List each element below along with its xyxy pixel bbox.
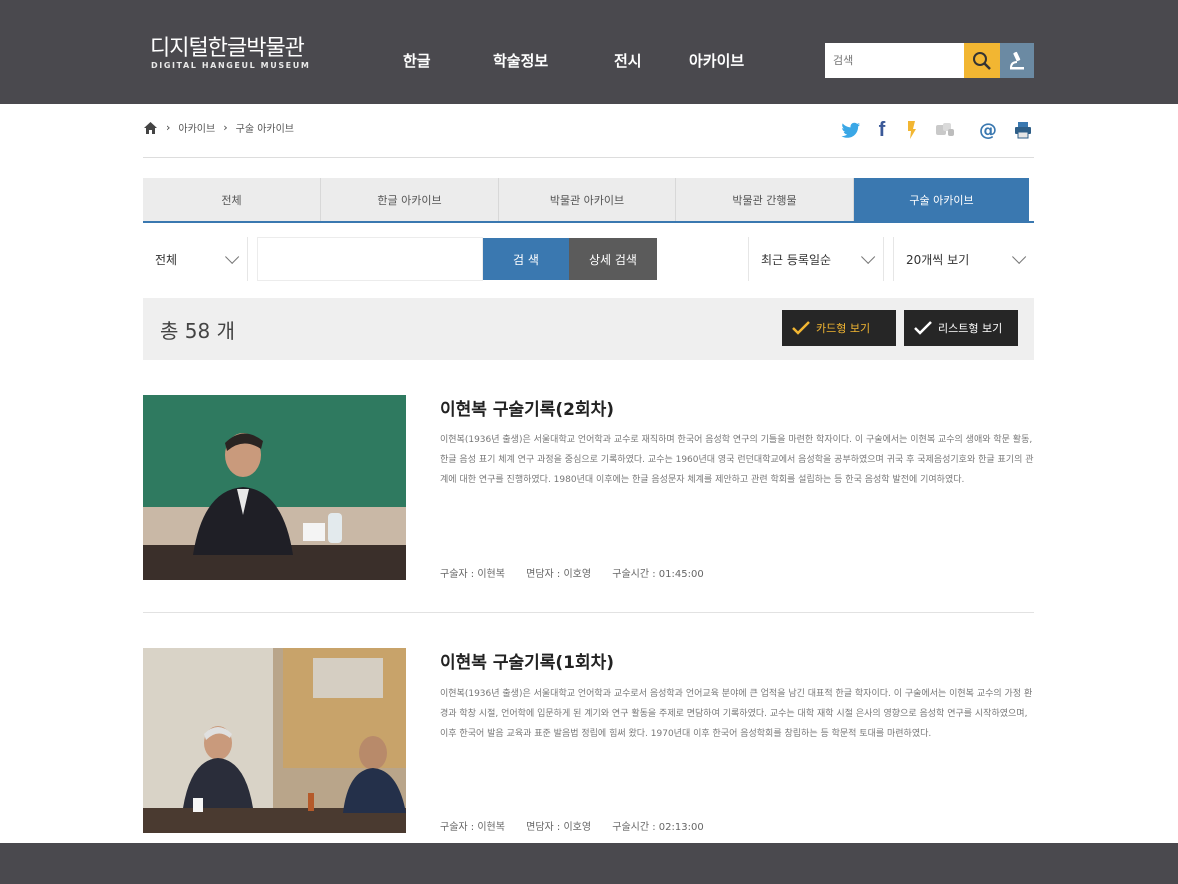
- chevron-down-icon: [1012, 249, 1027, 264]
- nav-academic-info[interactable]: 학술정보: [493, 50, 548, 71]
- breadcrumb-archive[interactable]: 아카이브: [178, 120, 215, 135]
- chevron-right-icon: ›: [166, 121, 171, 134]
- item-description: 이현복(1936년 출생)은 서울대학교 언어학과 교수로 재직하며 한국어 음…: [440, 435, 1034, 485]
- category-select-value: 전체: [155, 252, 178, 267]
- result-count: 총 58 개: [160, 319, 235, 343]
- sort-select-value: 최근 등록일순: [761, 252, 832, 267]
- email-icon[interactable]: @: [977, 119, 999, 141]
- result-count-bar: [143, 298, 1034, 360]
- item-thumbnail[interactable]: [143, 648, 406, 833]
- search-button[interactable]: [964, 43, 1000, 78]
- band-icon[interactable]: [932, 119, 960, 141]
- item-speaker: 구술자 : 이현복: [440, 822, 505, 833]
- nav-hangeul[interactable]: 한글: [403, 50, 431, 71]
- divider: [143, 157, 1034, 158]
- site-logo-english: DIGITAL HANGEUL MUSEUM: [151, 61, 311, 70]
- check-icon: [914, 321, 932, 335]
- item-meta: 구술자 : 이현복 면담자 : 이호영 구술시간 : 02:13:00: [440, 818, 722, 833]
- search-submit-button[interactable]: 검 색: [483, 238, 569, 280]
- twitter-icon[interactable]: [840, 119, 862, 141]
- nav-exhibition[interactable]: 전시: [614, 50, 642, 71]
- tab-museum-archive[interactable]: 박물관 아카이브: [499, 178, 676, 221]
- search-icon: [973, 51, 991, 70]
- breadcrumb-oral-archive[interactable]: 구술 아카이브: [236, 120, 294, 135]
- chevron-down-icon: [225, 249, 240, 264]
- item-title[interactable]: 이현복 구술기록(1회차): [440, 648, 614, 673]
- card-view-label: 카드형 보기: [816, 322, 871, 335]
- footer-bar: [0, 843, 1178, 884]
- category-select[interactable]: 전체: [143, 237, 248, 281]
- tab-underline: [143, 221, 1034, 223]
- check-icon: [792, 321, 810, 335]
- microscope-icon: [1010, 51, 1024, 69]
- item-duration: 구술시간 : 02:13:00: [612, 822, 704, 833]
- item-interviewer: 면담자 : 이호영: [526, 569, 592, 580]
- item-speaker: 구술자 : 이현복: [440, 569, 505, 580]
- item-title[interactable]: 이현복 구술기록(2회차): [440, 395, 614, 420]
- site-header: 디지털한글박물관 DIGITAL HANGEUL MUSEUM 한글 학술정보 …: [0, 0, 1178, 104]
- sort-select[interactable]: 최근 등록일순: [748, 237, 884, 281]
- tab-oral-archive[interactable]: 구술 아카이브: [854, 178, 1029, 221]
- item-duration: 구술시간 : 01:45:00: [612, 569, 704, 580]
- facebook-icon[interactable]: f: [873, 119, 891, 141]
- card-view-button[interactable]: 카드형 보기: [782, 310, 896, 346]
- kakaostory-icon[interactable]: [902, 119, 920, 141]
- item-interviewer: 면담자 : 이호영: [526, 822, 592, 833]
- home-icon[interactable]: [143, 121, 158, 135]
- chevron-right-icon: ›: [223, 121, 228, 134]
- search-input[interactable]: [825, 43, 964, 78]
- per-page-select[interactable]: 20개씩 보기: [893, 237, 1034, 281]
- item-meta: 구술자 : 이현복 면담자 : 이호영 구술시간 : 01:45:00: [440, 565, 722, 580]
- item-thumbnail[interactable]: [143, 395, 406, 580]
- print-icon[interactable]: [1012, 119, 1034, 141]
- per-page-select-value: 20개씩 보기: [906, 252, 970, 267]
- list-view-button[interactable]: 리스트형 보기: [904, 310, 1018, 346]
- item-divider: [143, 612, 1034, 613]
- breadcrumb: › 아카이브 › 구술 아카이브: [143, 120, 294, 135]
- chevron-down-icon: [861, 249, 876, 264]
- tab-museum-publications[interactable]: 박물관 간행물: [676, 178, 854, 221]
- list-view-label: 리스트형 보기: [938, 322, 1003, 335]
- detail-search-submit-button[interactable]: 상세 검색: [569, 238, 657, 280]
- item-description: 이현복(1936년 출생)은 서울대학교 언어학과 교수로서 음성학과 언어교육…: [440, 689, 1033, 739]
- detail-search-button[interactable]: [1000, 43, 1034, 78]
- nav-archive[interactable]: 아카이브: [689, 50, 744, 71]
- tab-hangeul-archive[interactable]: 한글 아카이브: [321, 178, 499, 221]
- site-logo[interactable]: 디지털한글박물관: [150, 30, 305, 62]
- keyword-input[interactable]: [257, 237, 483, 281]
- tab-all[interactable]: 전체: [143, 178, 321, 221]
